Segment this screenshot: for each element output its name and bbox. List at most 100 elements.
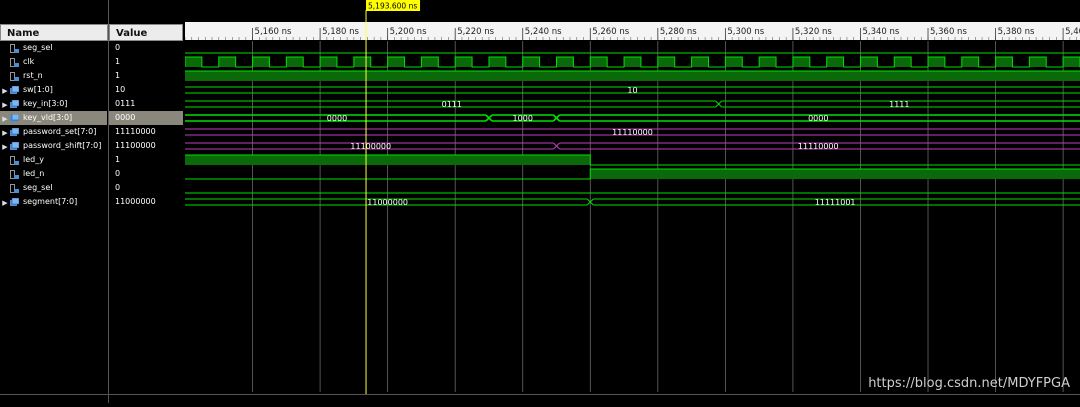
clock-high-fill bbox=[556, 57, 574, 67]
signal-value-label: 1 bbox=[115, 155, 121, 164]
clock-high-fill bbox=[657, 57, 675, 67]
signal-value-label: 1 bbox=[115, 71, 121, 80]
signal-name-label: password_shift[7:0] bbox=[23, 141, 102, 150]
signal-name-label: led_n bbox=[23, 169, 45, 178]
clock-high-fill bbox=[488, 57, 506, 67]
clock-high-fill bbox=[792, 57, 810, 67]
signal-row[interactable]: ▶ password_shift[7:0] bbox=[0, 139, 107, 153]
clock-high-fill bbox=[353, 57, 371, 67]
signal-name-label: password_set[7:0] bbox=[23, 127, 97, 136]
signal-name-panel: Name seg_sel clk rst_n ▶ sw[1:0] ▶ key_in[3:0]… bbox=[0, 0, 108, 403]
signal-row[interactable]: ▶ sw[1:0] bbox=[0, 83, 107, 97]
bus-value-label: 11100000 bbox=[350, 142, 391, 151]
signal-name-label: key_vld[3:0] bbox=[23, 113, 73, 122]
clock-high-fill bbox=[320, 57, 337, 67]
ruler-tick-label: 5,240 ns bbox=[525, 27, 562, 37]
signal-row[interactable]: seg_sel bbox=[0, 41, 107, 55]
bus-transition bbox=[553, 142, 560, 150]
bus-value-label: 11110000 bbox=[798, 142, 839, 151]
clock-high-fill bbox=[995, 57, 1013, 67]
bus-value-label: 1000 bbox=[513, 114, 533, 123]
clock-high-fill bbox=[691, 57, 709, 67]
clock-high-fill bbox=[421, 57, 439, 67]
ruler-tick-label: 5,280 ns bbox=[660, 27, 697, 37]
bus-signal-icon bbox=[10, 85, 20, 95]
clock-high-fill bbox=[252, 57, 270, 67]
signal-name-label: seg_sel bbox=[23, 43, 53, 52]
signal-row[interactable]: clk bbox=[0, 55, 107, 69]
waveform-canvas[interactable]: 5,160 ns 5,180 ns 5,200 ns 5,220 ns 5,240 ns… bbox=[184, 0, 1080, 403]
signal-row[interactable]: ▶ key_in[3:0] bbox=[0, 97, 107, 111]
bus-signal-icon bbox=[10, 127, 20, 137]
signal-name-label: key_in[3:0] bbox=[23, 99, 68, 108]
expand-arrow-icon[interactable]: ▶ bbox=[0, 140, 10, 154]
bus-signal-icon bbox=[10, 113, 20, 123]
signal-value-label: 0 bbox=[115, 43, 121, 52]
signal-row[interactable]: seg_sel bbox=[0, 181, 107, 195]
bus-transition bbox=[715, 100, 722, 108]
value-column-header[interactable]: Value bbox=[109, 24, 183, 41]
ruler-tick-label: 5,320 ns bbox=[795, 27, 832, 37]
clock-high-fill bbox=[1029, 57, 1047, 67]
clock-high-fill bbox=[522, 57, 540, 67]
bottom-scrollbar-divider bbox=[0, 394, 1080, 395]
signal-name-label: seg_sel bbox=[23, 183, 53, 192]
signal-row[interactable]: ▶ segment[7:0] bbox=[0, 195, 107, 209]
bus-value-label: 10 bbox=[627, 86, 637, 95]
signal-row[interactable]: ▶ password_set[7:0] bbox=[0, 125, 107, 139]
expand-arrow-icon[interactable]: ▶ bbox=[0, 98, 10, 112]
clock-high-fill bbox=[624, 57, 641, 67]
signal-row[interactable]: led_n bbox=[0, 167, 107, 181]
signal-value-label: 0 bbox=[115, 183, 121, 192]
clock-high-fill bbox=[860, 57, 878, 67]
ruler-tick-label: 5,260 ns bbox=[592, 27, 629, 37]
bus-value-label: 0111 bbox=[442, 100, 462, 109]
clock-high-fill bbox=[185, 57, 202, 67]
signal-value-label: 11110000 bbox=[115, 127, 156, 136]
clock-high-fill bbox=[928, 57, 945, 67]
cursor-time-label: 5,193.600 ns bbox=[368, 2, 417, 11]
expand-arrow-icon[interactable]: ▶ bbox=[0, 84, 10, 98]
bit-signal-icon bbox=[10, 155, 19, 165]
bus-value-label: 0000 bbox=[327, 114, 347, 123]
clock-high-fill bbox=[894, 57, 912, 67]
high-level-fill bbox=[185, 155, 591, 165]
ruler-tick-label: 5,380 ns bbox=[998, 27, 1035, 37]
signal-name-label: clk bbox=[23, 57, 35, 66]
ruler-tick-label: 5,360 ns bbox=[930, 27, 967, 37]
expand-arrow-icon[interactable]: ▶ bbox=[0, 112, 10, 126]
name-column-header[interactable]: Name bbox=[0, 24, 108, 41]
ruler-tick-label: 5,300 ns bbox=[727, 27, 764, 37]
ruler-tick-label: 5,220 ns bbox=[457, 27, 494, 37]
clock-high-fill bbox=[826, 57, 844, 67]
bit-signal-icon bbox=[10, 169, 19, 179]
signal-value-label: 0111 bbox=[115, 99, 136, 108]
clock-high-fill bbox=[759, 57, 777, 67]
bit-signal-icon bbox=[10, 57, 19, 67]
clock-high-fill bbox=[218, 57, 236, 67]
bus-transition bbox=[552, 114, 561, 122]
signal-row[interactable]: ▶ key_vld[3:0] bbox=[0, 111, 107, 125]
high-level-fill bbox=[185, 71, 1080, 81]
bus-signal-icon bbox=[10, 141, 20, 151]
signal-row[interactable]: rst_n bbox=[0, 69, 107, 83]
bus-value-label: 0000 bbox=[808, 114, 828, 123]
signal-name-label: led_y bbox=[23, 155, 44, 164]
bus-value-label: 11111001 bbox=[815, 198, 856, 207]
bus-value-label: 1111 bbox=[889, 100, 909, 109]
bus-signal-icon bbox=[10, 99, 20, 109]
expand-arrow-icon[interactable]: ▶ bbox=[0, 196, 10, 210]
clock-high-fill bbox=[455, 57, 473, 67]
signal-value-panel: Value 0 1 1 10 0111 0000 11110000 11100000 1 0 0 11… bbox=[108, 0, 184, 403]
ruler-tick-label: 5,200 ns bbox=[390, 27, 427, 37]
clock-high-fill bbox=[286, 57, 304, 67]
expand-arrow-icon[interactable]: ▶ bbox=[0, 126, 10, 140]
clock-high-fill bbox=[387, 57, 405, 67]
waveform-viewer[interactable]: 5,160 ns 5,180 ns 5,200 ns 5,220 ns 5,240 ns… bbox=[184, 0, 1080, 403]
high-level-fill bbox=[590, 169, 1080, 179]
ruler-tick-label: 5,400 ns bbox=[1065, 27, 1080, 37]
bit-signal-icon bbox=[10, 71, 19, 81]
bus-value-label: 11000000 bbox=[367, 198, 408, 207]
ruler-tick-label: 5,160 ns bbox=[255, 27, 292, 37]
signal-row[interactable]: led_y bbox=[0, 153, 107, 167]
